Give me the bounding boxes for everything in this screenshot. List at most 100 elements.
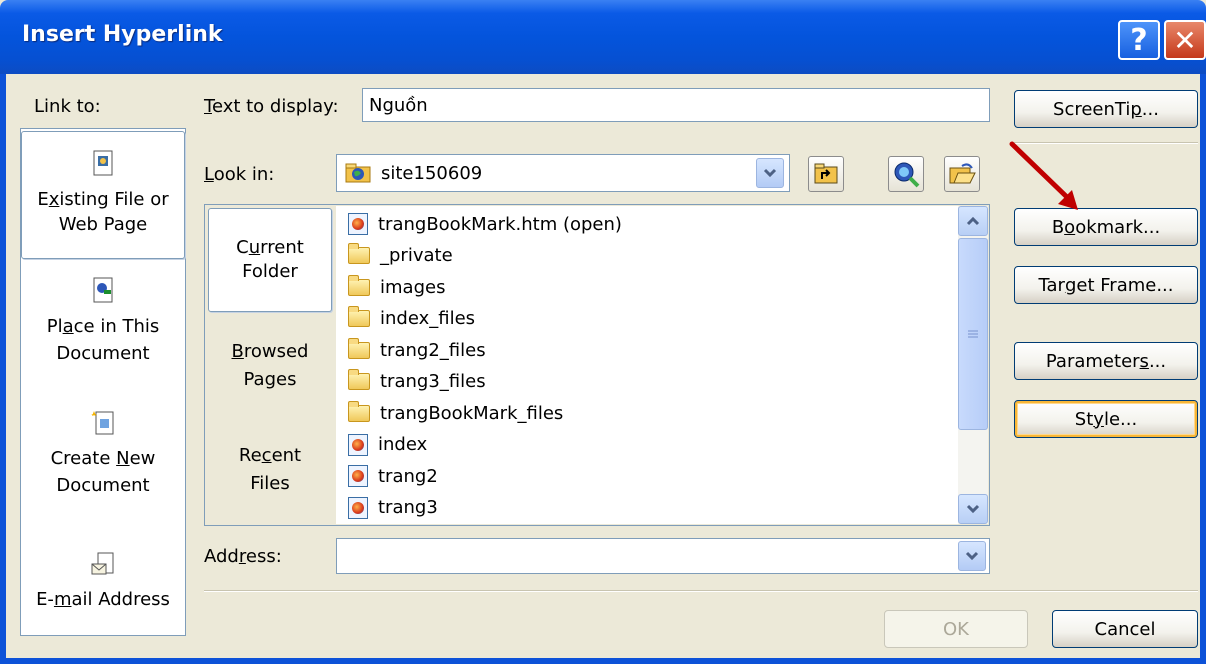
existing-file-icon xyxy=(93,150,113,176)
file-list-item[interactable]: index_files xyxy=(348,303,475,335)
link-existing-file-l1-u: x xyxy=(48,189,60,210)
annotation-arrow xyxy=(1009,141,1078,210)
file-list-item[interactable]: index xyxy=(348,429,427,461)
view-tabs: Current Folder Browsed Pages Recent File… xyxy=(206,206,334,524)
scroll-up-button[interactable] xyxy=(958,206,988,236)
file-list-item[interactable]: images xyxy=(348,271,445,303)
address-dropdown-arrow[interactable] xyxy=(958,541,986,571)
link-existing-file-l1-pre: E xyxy=(37,189,49,210)
browse-web-button[interactable] xyxy=(888,156,924,192)
style-button[interactable]: St y le... xyxy=(1014,400,1198,438)
tab-current-folder[interactable]: Current Folder xyxy=(208,208,332,312)
browse-web-icon xyxy=(894,162,920,188)
chevron-down-icon xyxy=(965,551,979,561)
link-place-l1-pre: Pl xyxy=(46,316,63,337)
screentip-post: ... xyxy=(1141,98,1159,120)
open-folder-icon xyxy=(949,163,976,184)
style-post: le... xyxy=(1103,408,1138,430)
file-list-scrollbar[interactable] xyxy=(958,206,988,524)
folder-icon xyxy=(348,306,370,327)
link-existing-file-l2: Web Page xyxy=(58,214,148,235)
screentip-u: p xyxy=(1130,98,1142,120)
text-to-display-label-rest: ext to display: xyxy=(211,96,339,117)
cancel-button[interactable]: Cancel xyxy=(1052,610,1198,648)
file-list-item[interactable]: trangBookMark.htm (open) xyxy=(348,208,622,240)
link-existing-file-l1-post: isting File or xyxy=(59,189,169,210)
ok-button[interactable]: OK xyxy=(884,610,1028,648)
text-to-display-label-u: T xyxy=(204,96,212,117)
target-frame-u: g xyxy=(1064,274,1077,296)
address-field[interactable] xyxy=(336,538,990,574)
screentip-button[interactable]: ScreenTi p... xyxy=(1014,90,1198,128)
link-create-l1-post: ew xyxy=(129,448,156,469)
file-list-item[interactable]: trang3 xyxy=(348,492,438,524)
htm-icon xyxy=(348,433,368,456)
target-frame-post: et Frame... xyxy=(1076,274,1174,296)
text-to-display-field[interactable]: Nguồn xyxy=(362,88,990,122)
tab-recent-l1-pre: Re xyxy=(238,445,262,466)
link-email-l1-post: ail Address xyxy=(71,589,170,610)
folder-icon xyxy=(348,337,370,359)
style-u: y xyxy=(1093,408,1104,430)
chevron-up-icon xyxy=(966,216,980,226)
target-frame-pre: Tar xyxy=(1038,274,1065,296)
look-in-label-u: L xyxy=(204,164,214,185)
htm-icon xyxy=(348,213,368,235)
link-place-in-document[interactable]: Place in This Document xyxy=(21,277,185,367)
browse-file-button[interactable] xyxy=(944,156,980,192)
file-name: index_files xyxy=(380,308,476,329)
link-existing-file[interactable]: Existing File or Web Page xyxy=(21,131,185,259)
look-in-dropdown-arrow[interactable] xyxy=(756,158,784,188)
tab-browsed-l1-post: rowsed xyxy=(243,341,309,362)
link-create-l2: Document xyxy=(56,475,150,496)
grip-icon xyxy=(968,330,978,338)
folder-icon xyxy=(348,274,370,296)
folder-icon xyxy=(348,243,370,264)
chevron-down-icon xyxy=(763,168,777,178)
link-create-l1-u: N xyxy=(116,448,130,469)
file-list-item[interactable]: _private xyxy=(348,240,453,272)
scroll-thumb[interactable] xyxy=(958,238,988,430)
look-in-combo[interactable]: site150609 xyxy=(336,154,790,192)
file-list-item[interactable]: trang3_files xyxy=(348,366,486,398)
style-pre: St xyxy=(1074,408,1094,430)
link-create-l1-pre: Create xyxy=(50,448,117,469)
tab-recent-l2: Files xyxy=(250,473,290,494)
folder-icon xyxy=(348,369,370,390)
web-folder-icon xyxy=(345,163,371,183)
tab-browsed-pages[interactable]: Browsed Pages xyxy=(208,338,332,394)
address-label-u: r xyxy=(238,546,246,567)
tab-current-l1-pre: C xyxy=(236,237,249,258)
title-bar: Insert Hyperlink ? ✕ xyxy=(0,0,1206,74)
new-document-icon xyxy=(91,411,114,435)
link-place-l2: Document xyxy=(56,343,150,364)
parameters-pre: Parameter xyxy=(1045,350,1140,372)
file-list-item[interactable]: trang2 xyxy=(348,460,438,492)
scroll-down-button[interactable] xyxy=(958,494,988,524)
up-one-folder-button[interactable] xyxy=(808,156,844,192)
target-frame-button[interactable]: Tar g et Frame... xyxy=(1014,266,1198,304)
link-to-bar: Existing File or Web Page Place in This … xyxy=(20,128,186,636)
link-create-new-document[interactable]: Create New Document xyxy=(21,409,185,499)
email-address-icon xyxy=(91,552,114,575)
window-title: Insert Hyperlink xyxy=(22,22,223,47)
tab-recent-files[interactable]: Recent Files xyxy=(208,442,332,498)
parameters-button[interactable]: Parameter s... xyxy=(1014,342,1198,380)
file-list-item[interactable]: trangBookMark_files xyxy=(348,397,563,429)
tab-recent-l1-u: c xyxy=(261,445,272,466)
look-in-value: site150609 xyxy=(381,162,483,184)
close-button[interactable]: ✕ xyxy=(1164,20,1206,60)
link-email-address[interactable]: E-mail Address xyxy=(21,551,185,613)
file-list-item[interactable]: trang2_files xyxy=(348,334,486,366)
text-to-display-label: Text to display: xyxy=(204,96,339,117)
htm-icon xyxy=(348,496,368,519)
htm-icon xyxy=(348,465,368,487)
address-label-pre: Add xyxy=(204,546,239,567)
file-name: index xyxy=(378,434,428,455)
tab-current-l1-post: rrent xyxy=(260,237,304,258)
file-name: trang2 xyxy=(378,465,438,487)
file-name: images xyxy=(380,276,446,298)
file-list[interactable]: trangBookMark.htm (open) _privateimages in… xyxy=(336,206,958,524)
bottom-divider xyxy=(204,590,1198,592)
help-button[interactable]: ? xyxy=(1118,20,1160,60)
